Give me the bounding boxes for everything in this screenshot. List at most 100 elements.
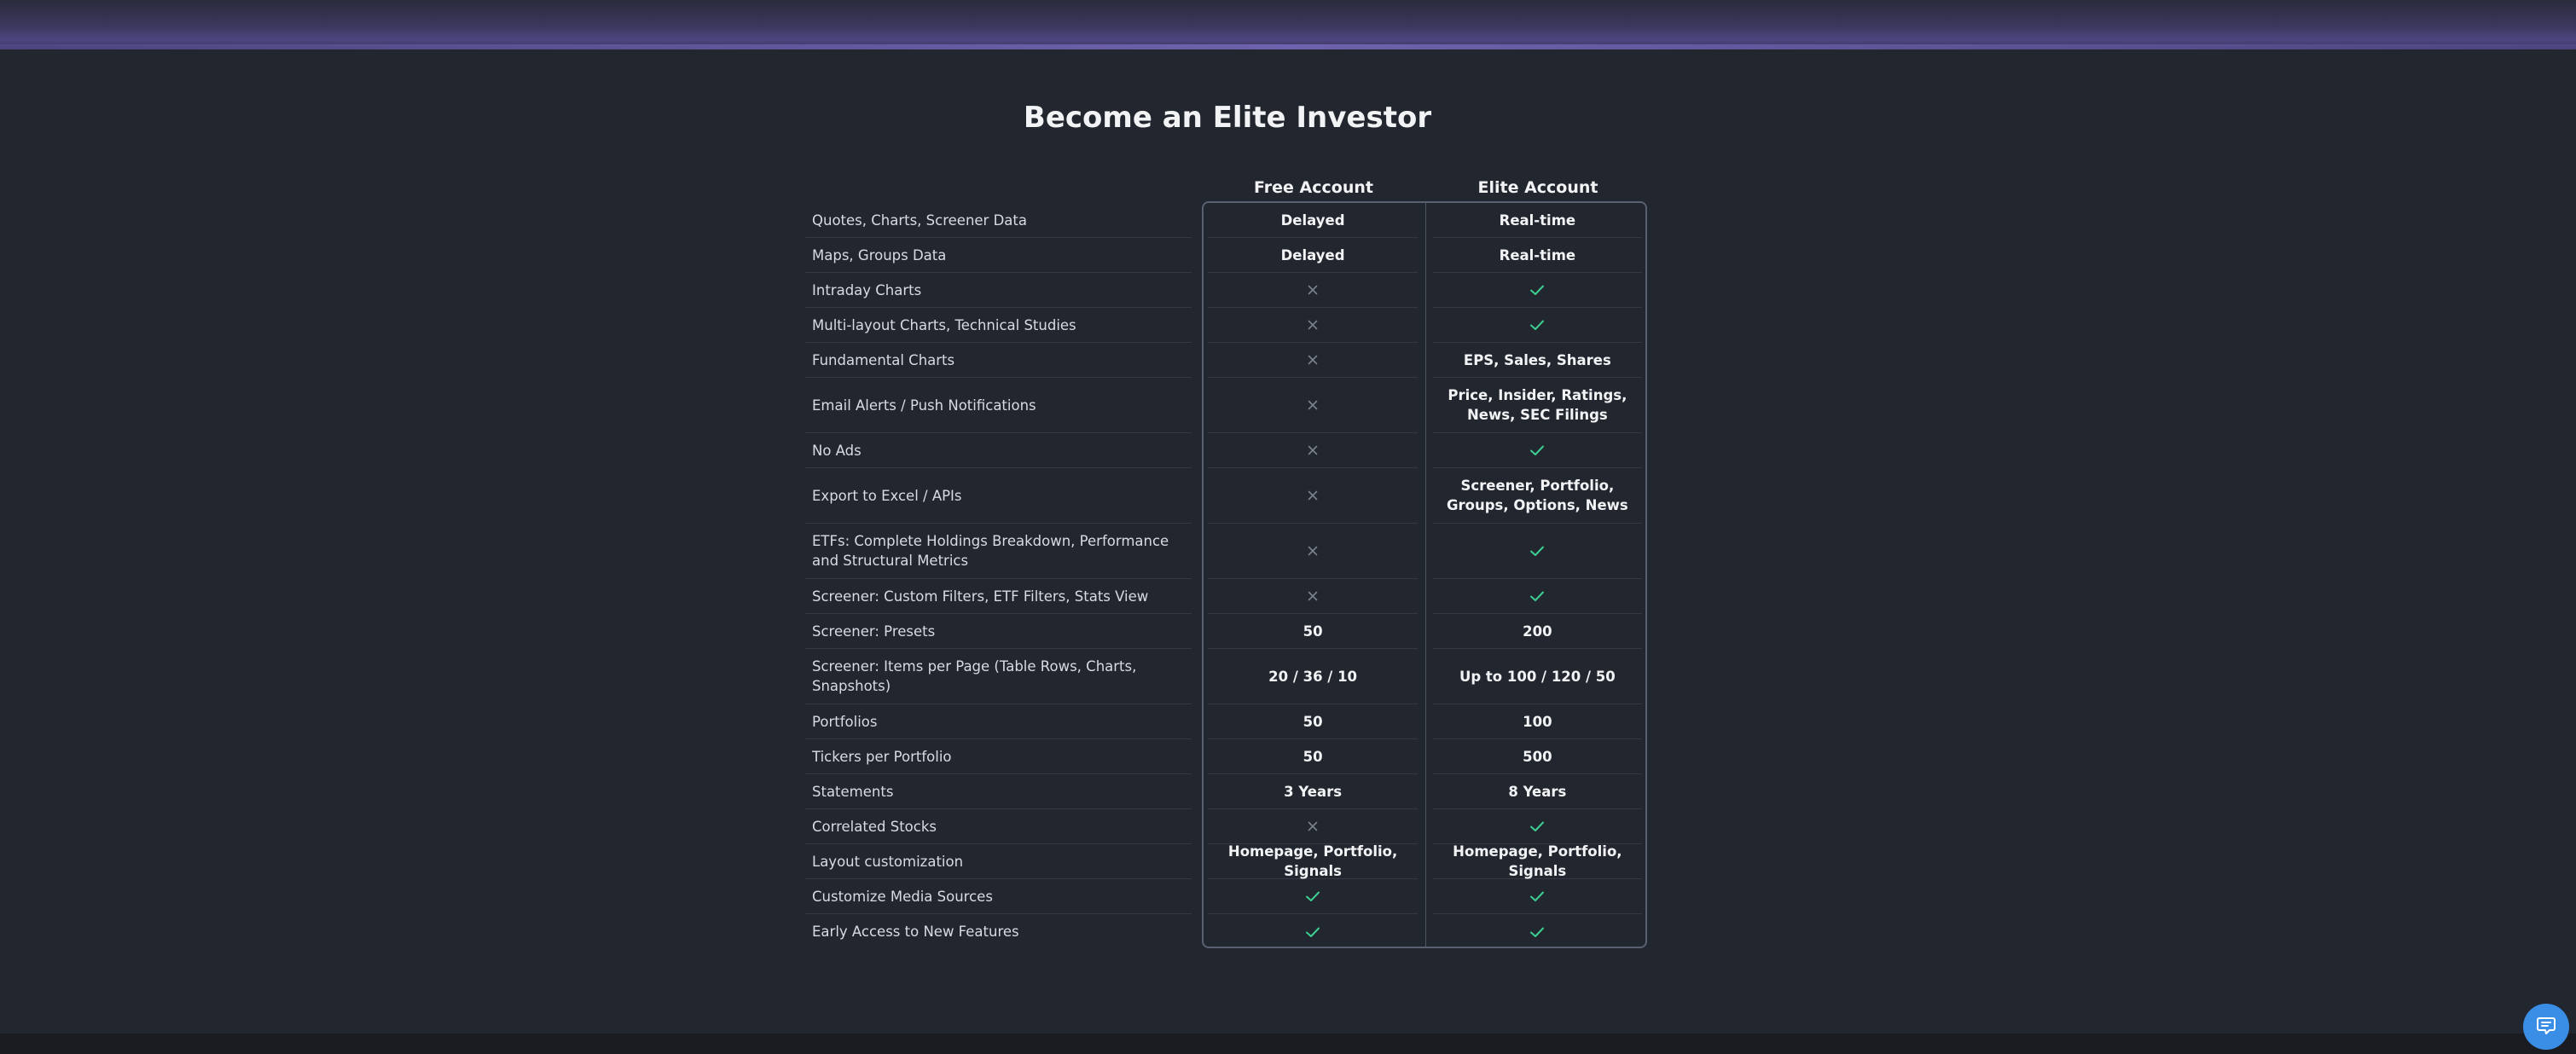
comparison-table: Quotes, Charts, Screener Data Delayed Real… xyxy=(805,203,1647,949)
comparison-row: Tickers per Portfolio 50 500 xyxy=(805,739,1647,774)
cross-icon xyxy=(1304,442,1321,459)
comparison-row: Email Alerts / Push Notifications Price, … xyxy=(805,378,1647,433)
free-value-text: Delayed xyxy=(1280,246,1345,264)
elite-value: 500 xyxy=(1432,739,1642,774)
elite-value xyxy=(1432,308,1642,343)
elite-value xyxy=(1433,914,1642,949)
comparison-row: Correlated Stocks xyxy=(805,809,1647,844)
comparison-row: Screener: Custom Filters, ETF Filters, S… xyxy=(805,579,1647,614)
check-icon xyxy=(1529,542,1546,559)
elite-value xyxy=(1432,524,1642,579)
cross-icon xyxy=(1304,542,1321,559)
elite-value xyxy=(1432,879,1642,914)
feature-label: Customize Media Sources xyxy=(805,879,1192,914)
feature-label: Screener: Custom Filters, ETF Filters, S… xyxy=(805,579,1192,614)
free-value-text: Delayed xyxy=(1280,211,1345,229)
elite-value xyxy=(1432,273,1642,308)
elite-value: 200 xyxy=(1432,614,1642,649)
comparison-row: Early Access to New Features xyxy=(805,914,1647,949)
comparison-row: Fundamental Charts EPS, Sales, Shares xyxy=(805,343,1647,378)
feature-label: Screener: Items per Page (Table Rows, Ch… xyxy=(805,649,1192,704)
free-value xyxy=(1208,879,1418,914)
free-value-text: 50 xyxy=(1303,713,1323,730)
comparison-row: Intraday Charts xyxy=(805,273,1647,308)
feature-label: Early Access to New Features xyxy=(812,924,1019,940)
free-value: 20 / 36 / 10 xyxy=(1208,649,1418,704)
elite-value-text: Real-time xyxy=(1499,211,1576,229)
feature-label: Layout customization xyxy=(805,844,1192,879)
elite-value-text: EPS, Sales, Shares xyxy=(1463,351,1611,368)
free-value xyxy=(1208,468,1418,524)
feature-label: Quotes, Charts, Screener Data xyxy=(805,203,1192,238)
free-account-column-header: Free Account xyxy=(1254,178,1373,197)
header-gradient-band xyxy=(0,0,2576,49)
cross-icon xyxy=(1304,487,1321,504)
comparison-row: Multi-layout Charts, Technical Studies xyxy=(805,308,1647,343)
comparison-row: Maps, Groups Data Delayed Real-time xyxy=(805,238,1647,273)
check-icon xyxy=(1529,442,1546,459)
chat-bubble-icon xyxy=(2535,1014,2557,1040)
check-icon xyxy=(1529,281,1546,298)
comparison-row: Screener: Presets 50 200 xyxy=(805,614,1647,649)
elite-value-text: Screener, Portfolio, Groups, Options, Ne… xyxy=(1446,478,1628,513)
free-value: 50 xyxy=(1208,614,1418,649)
page-title: Become an Elite Investor xyxy=(1023,101,1432,135)
elite-value-text: 200 xyxy=(1523,623,1552,640)
elite-value: Real-time xyxy=(1432,238,1642,273)
free-value-text: 3 Years xyxy=(1284,783,1343,800)
cross-icon xyxy=(1304,397,1321,414)
free-value xyxy=(1208,809,1418,844)
chat-button[interactable] xyxy=(2523,1004,2569,1050)
feature-label: ETFs: Complete Holdings Breakdown, Perfo… xyxy=(805,524,1192,579)
cross-icon xyxy=(1304,281,1321,298)
comparison-row: Statements 3 Years 8 Years xyxy=(805,774,1647,809)
feature-label: Portfolios xyxy=(805,704,1192,739)
cross-icon xyxy=(1304,588,1321,605)
free-value-text: 50 xyxy=(1303,748,1323,765)
check-icon xyxy=(1304,924,1321,941)
elite-value-text: 100 xyxy=(1523,713,1552,730)
feature-label: Export to Excel / APIs xyxy=(805,468,1192,524)
elite-value: 100 xyxy=(1432,704,1642,739)
feature-label: Tickers per Portfolio xyxy=(805,739,1192,774)
cross-icon xyxy=(1304,316,1321,333)
elite-value: Price, Insider, Ratings, News, SEC Filin… xyxy=(1432,378,1642,433)
check-icon xyxy=(1529,818,1546,835)
free-value: 50 xyxy=(1208,739,1418,774)
elite-value-text: Homepage, Portfolio, Signals xyxy=(1453,843,1622,879)
elite-value-text: Up to 100 / 120 / 50 xyxy=(1459,668,1616,685)
free-value xyxy=(1208,343,1418,378)
check-icon xyxy=(1529,888,1546,905)
feature-label: Maps, Groups Data xyxy=(805,238,1192,273)
check-icon xyxy=(1529,588,1546,605)
feature-label: Fundamental Charts xyxy=(805,343,1192,378)
comparison-row: Quotes, Charts, Screener Data Delayed Real… xyxy=(805,203,1647,238)
elite-value xyxy=(1432,809,1642,844)
check-icon xyxy=(1529,316,1546,333)
elite-value-text: Real-time xyxy=(1499,246,1576,264)
feature-label: Intraday Charts xyxy=(805,273,1192,308)
free-value xyxy=(1208,579,1418,614)
feature-label: Correlated Stocks xyxy=(805,809,1192,844)
feature-label: Email Alerts / Push Notifications xyxy=(805,378,1192,433)
free-value xyxy=(1208,378,1418,433)
feature-label: Multi-layout Charts, Technical Studies xyxy=(805,308,1192,343)
elite-value: Homepage, Portfolio, Signals xyxy=(1432,843,1642,879)
cross-icon xyxy=(1304,818,1321,835)
free-value xyxy=(1208,308,1418,343)
free-value: Delayed xyxy=(1208,203,1418,238)
comparison-row: Customize Media Sources xyxy=(805,879,1647,914)
free-value-text: Homepage, Portfolio, Signals xyxy=(1227,843,1398,879)
free-value xyxy=(1208,914,1417,949)
cross-icon xyxy=(1304,351,1321,368)
elite-value: Screener, Portfolio, Groups, Options, Ne… xyxy=(1432,468,1642,524)
comparison-row: ETFs: Complete Holdings Breakdown, Perfo… xyxy=(805,524,1647,579)
elite-value-text: 500 xyxy=(1523,748,1552,765)
free-value: 3 Years xyxy=(1208,774,1418,809)
free-value xyxy=(1208,433,1418,468)
comparison-row: Portfolios 50 100 xyxy=(805,704,1647,739)
check-icon xyxy=(1529,924,1546,941)
free-value: Homepage, Portfolio, Signals xyxy=(1208,843,1418,879)
elite-value: EPS, Sales, Shares xyxy=(1432,343,1642,378)
elite-value: Up to 100 / 120 / 50 xyxy=(1432,649,1642,704)
